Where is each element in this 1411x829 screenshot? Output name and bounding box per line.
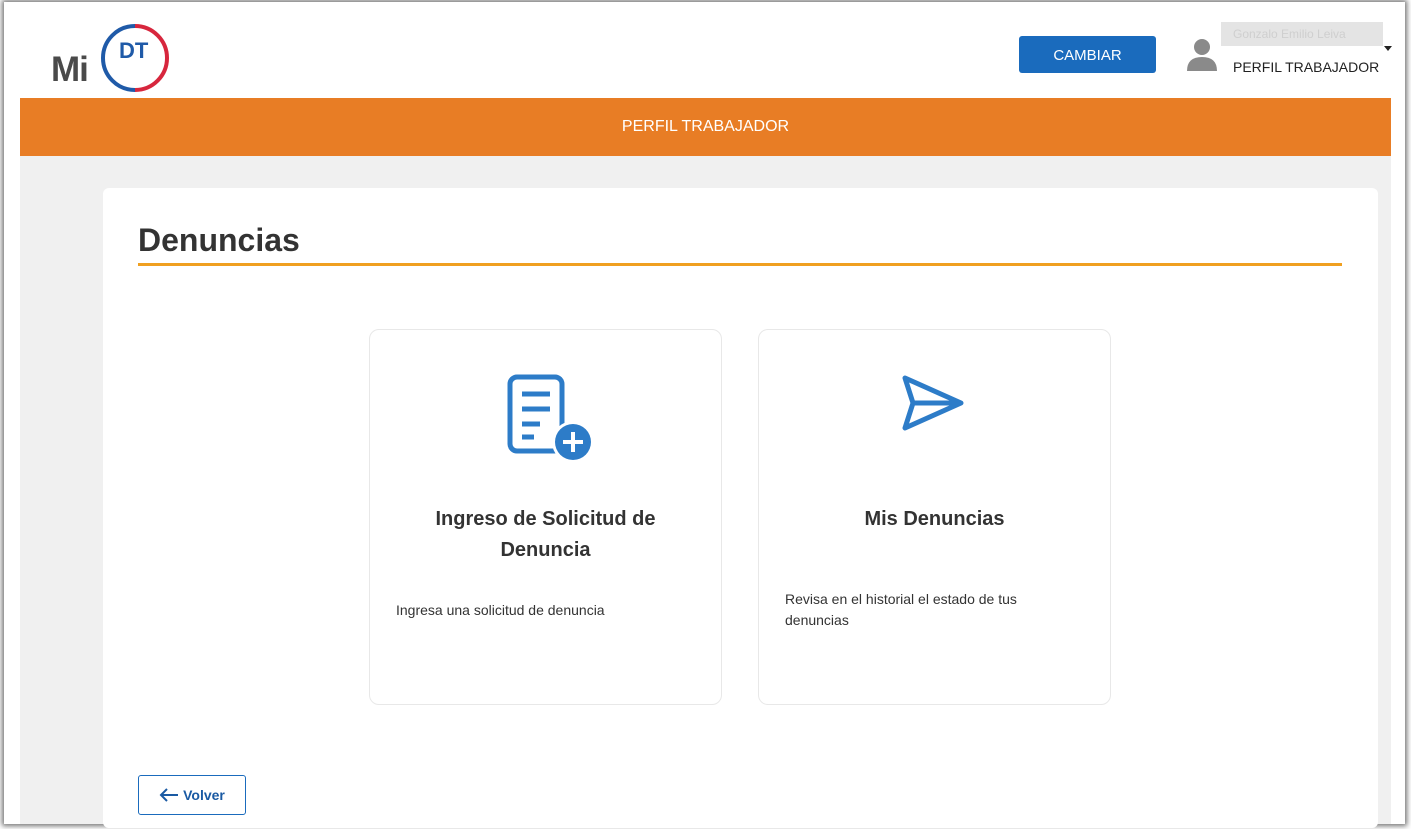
ingreso-card-description: Ingresa una solicitud de denuncia [396,602,605,618]
document-add-icon [507,374,594,463]
arrow-left-icon [159,788,179,802]
header: Mi DT CAMBIAR PERFIL Gonzalo Emilio Leiv… [4,2,1405,101]
main-panel [103,188,1378,828]
user-icon [1187,39,1217,71]
ingreso-card-title-line1: Ingreso de Solicitud de [435,508,656,530]
page-title: Denuncias [138,222,300,258]
volver-button[interactable]: Volver [138,775,246,815]
chevron-down-icon[interactable] [1384,46,1392,51]
ingreso-card-title-line2: Denuncia [500,539,591,561]
mis-denuncias-card[interactable]: Mis Denuncias Revisa en el historial el … [758,329,1111,705]
send-icon [902,375,964,431]
volver-label: Volver [183,787,225,803]
user-role: PERFIL TRABAJADOR [1233,59,1380,75]
mis-denuncias-card-title: Mis Denuncias [864,508,1005,530]
title-underline [138,263,1342,266]
mi-dt-logo[interactable]: Mi DT [49,22,174,92]
mis-denuncias-card-description: Revisa en el historial el estado de tus … [785,591,1017,628]
ingreso-solicitud-card[interactable]: Ingreso de Solicitud de Denuncia Ingresa… [369,329,722,705]
logo-mi-text: Mi [51,50,89,89]
ingreso-card-title: Ingreso de Solicitud de Denuncia [390,504,701,566]
logo-dt-text: DT [119,38,149,63]
user-name[interactable]: Gonzalo Emilio Leiva [1221,22,1383,46]
cambiar-perfil-button[interactable]: CAMBIAR PERFIL [1019,36,1156,101]
profile-banner: PERFIL TRABAJADOR [20,98,1391,156]
